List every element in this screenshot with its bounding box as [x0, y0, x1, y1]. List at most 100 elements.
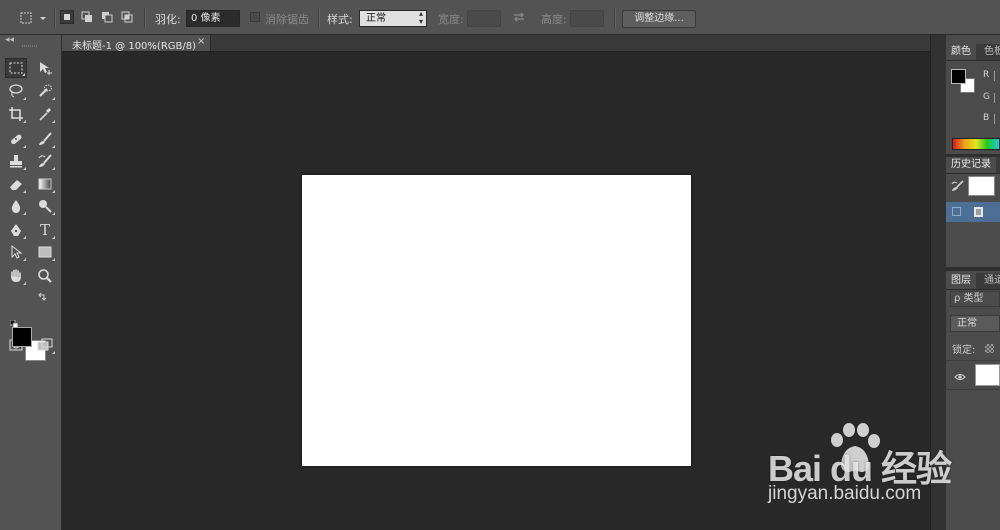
rectangle-tool[interactable] [34, 242, 56, 262]
layer-row[interactable] [946, 360, 1000, 390]
style-select[interactable]: 正常 ▴ ▾ [359, 10, 427, 27]
quick-selection-tool[interactable] [34, 81, 56, 101]
panel-foreground-swatch[interactable] [951, 69, 966, 84]
zoom-icon [38, 269, 52, 283]
width-input[interactable] [467, 10, 501, 27]
tab-swatches[interactable]: 色板 [979, 44, 1000, 60]
tab-color[interactable]: 颜色 [946, 44, 976, 60]
tools-panel: ◂◂ T [0, 35, 62, 530]
crop-tool[interactable] [5, 104, 27, 124]
color-spectrum-bar[interactable] [952, 138, 1000, 150]
tool-preset-picker[interactable] [18, 10, 48, 26]
antialias-label: 消除锯齿 [265, 13, 309, 26]
g-slider[interactable] [994, 93, 1000, 103]
style-select-value: 正常 [366, 13, 386, 24]
document-tab[interactable]: 未标题-1 @ 100%(RGB/8) × [62, 35, 211, 52]
brush-icon [39, 132, 52, 145]
antialias-checkbox[interactable] [250, 12, 260, 22]
lasso-icon [9, 84, 23, 98]
clone-stamp-tool[interactable] [5, 151, 27, 171]
close-tab-icon[interactable]: × [197, 36, 205, 47]
intersect-selection-button[interactable] [120, 10, 134, 24]
path-selection-tool[interactable] [5, 242, 27, 262]
drop-icon [11, 200, 21, 213]
screen-mode-button[interactable] [34, 335, 56, 355]
new-selection-icon [64, 14, 70, 20]
separator [144, 8, 146, 28]
collapse-panel-icon[interactable]: ◂◂ [5, 35, 14, 45]
r-slider[interactable] [994, 71, 1000, 81]
history-brush-source-icon[interactable] [951, 180, 964, 195]
document-icon [973, 206, 984, 221]
tab-channels[interactable]: 通道 [979, 273, 1000, 289]
eraser-tool[interactable] [5, 174, 27, 194]
screen-mode-icon [37, 338, 53, 351]
stamp-icon [10, 155, 22, 168]
new-selection-button[interactable] [60, 10, 74, 24]
document-tab-title: 未标题-1 @ 100%(RGB/8) [72, 41, 197, 52]
separator [318, 8, 320, 28]
panel-divider [946, 267, 1000, 271]
hand-icon [11, 269, 21, 282]
subtract-selection-icon [102, 12, 113, 23]
style-label: 样式: [327, 13, 353, 26]
quick-selection-icon [39, 84, 52, 97]
rectangular-marquee-tool[interactable] [5, 58, 27, 78]
swap-colors-icon[interactable] [38, 291, 47, 304]
history-snapshot-thumbnail[interactable] [968, 176, 995, 196]
right-panel-dock: 颜色 色板 R G B 历史记录 图层 通道 ρ 类型 正常 锁定: [946, 35, 1000, 530]
intersect-selection-icon [121, 11, 133, 23]
pen-tool[interactable] [5, 220, 27, 240]
type-tool[interactable]: T [34, 220, 56, 240]
height-input[interactable] [570, 10, 604, 27]
dodge-icon [39, 200, 52, 213]
move-tool[interactable] [34, 58, 56, 78]
separator [54, 8, 56, 28]
layer-filter-input[interactable]: ρ 类型 [950, 291, 1000, 307]
pen-icon [11, 224, 21, 236]
path-selection-icon [11, 244, 23, 259]
eyedropper-icon [39, 108, 51, 121]
zoom-tool[interactable] [34, 266, 56, 286]
panel-grip[interactable] [22, 45, 38, 47]
watermark-url: jingyan.baidu.com [768, 483, 922, 504]
move-icon [40, 62, 52, 75]
history-source-checkbox[interactable] [952, 207, 961, 216]
spot-healing-brush-tool[interactable] [5, 129, 27, 149]
hand-tool[interactable] [5, 266, 27, 286]
type-icon: T [39, 221, 50, 239]
tab-layers[interactable]: 图层 [946, 273, 976, 289]
history-brush-tool[interactable] [34, 151, 56, 171]
add-to-selection-button[interactable] [80, 10, 94, 24]
width-label: 宽度: [438, 13, 464, 26]
options-bar: 羽化: 0 像素 消除锯齿 样式: 正常 ▴ ▾ 宽度: 高度: 调整边缘... [0, 0, 1000, 35]
tab-history[interactable]: 历史记录 [946, 157, 996, 173]
add-selection-icon [81, 11, 92, 22]
bandage-icon [11, 134, 22, 145]
height-label: 高度: [541, 13, 567, 26]
brush-tool[interactable] [34, 129, 56, 149]
feather-label: 羽化: [155, 13, 181, 26]
crop-icon [9, 107, 23, 121]
color-panel-tabs: 颜色 色板 [946, 44, 1000, 61]
subtract-from-selection-button[interactable] [100, 10, 114, 24]
lock-transparency-icon[interactable] [985, 344, 994, 353]
blur-tool[interactable] [5, 196, 27, 216]
layers-panel-tabs: 图层 通道 [946, 273, 1000, 290]
history-state-row[interactable] [946, 202, 1000, 222]
eraser-icon [10, 180, 22, 190]
foreground-color-swatch[interactable] [12, 327, 32, 347]
lasso-tool[interactable] [5, 81, 27, 101]
blend-mode-select[interactable]: 正常 [950, 315, 1000, 332]
eyedropper-tool[interactable] [34, 104, 56, 124]
channel-r-label: R [983, 70, 990, 80]
b-slider[interactable] [994, 114, 1000, 124]
feather-input[interactable]: 0 像素 [186, 10, 240, 27]
history-panel-tabs: 历史记录 [946, 157, 1000, 174]
swap-dimensions-icon[interactable] [512, 11, 526, 26]
eye-icon[interactable] [954, 371, 966, 384]
gradient-tool[interactable] [34, 174, 56, 194]
dodge-tool[interactable] [34, 196, 56, 216]
refine-edge-button[interactable]: 调整边缘... [622, 10, 696, 28]
document-canvas[interactable] [302, 175, 691, 466]
